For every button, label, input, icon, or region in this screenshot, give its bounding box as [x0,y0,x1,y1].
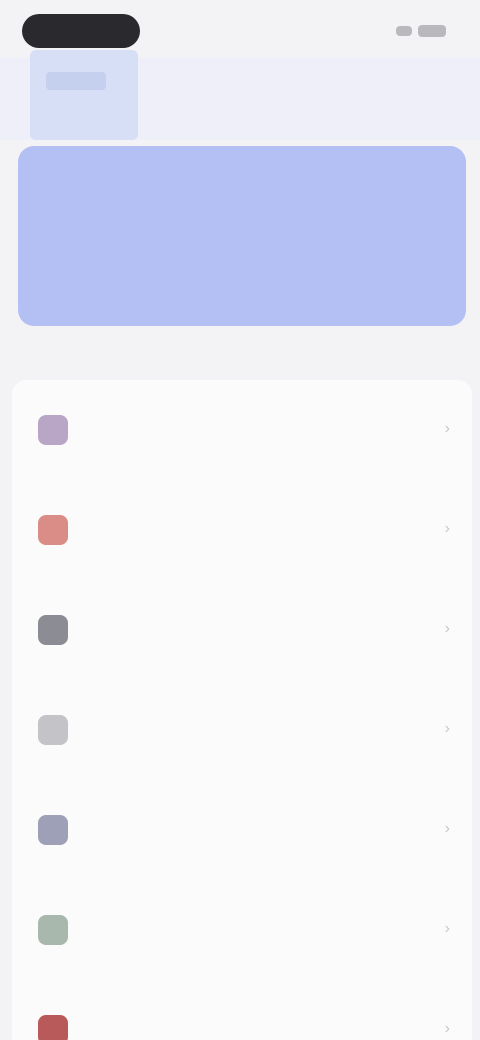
chevron-right-icon: › [444,520,450,537]
list-item[interactable]: › [12,980,472,1040]
banner-image[interactable] [30,50,138,140]
item-icon [38,915,68,945]
chevron-right-icon: › [444,920,450,937]
chevron-right-icon: › [444,820,450,837]
hero-card[interactable] [18,146,466,326]
item-icon [38,1015,68,1040]
chevron-right-icon: › [444,620,450,637]
item-icon [38,615,68,645]
chevron-right-icon: › [444,720,450,737]
item-icon [38,815,68,845]
signal-icon [396,26,412,36]
list-item[interactable]: › [12,680,472,780]
item-icon [38,515,68,545]
chevron-right-icon: › [444,420,450,437]
list-item[interactable]: › [12,380,472,480]
list-item[interactable]: › [12,780,472,880]
chevron-right-icon: › [444,1020,450,1037]
list-item[interactable]: › [12,580,472,680]
list-item[interactable]: › [12,880,472,980]
menu-list: › › › › › › › [12,380,472,1040]
status-time-pill [22,14,140,48]
item-icon [38,715,68,745]
status-icons [388,22,446,40]
list-item[interactable]: › [12,480,472,580]
battery-icon [418,25,446,37]
item-icon [38,415,68,445]
